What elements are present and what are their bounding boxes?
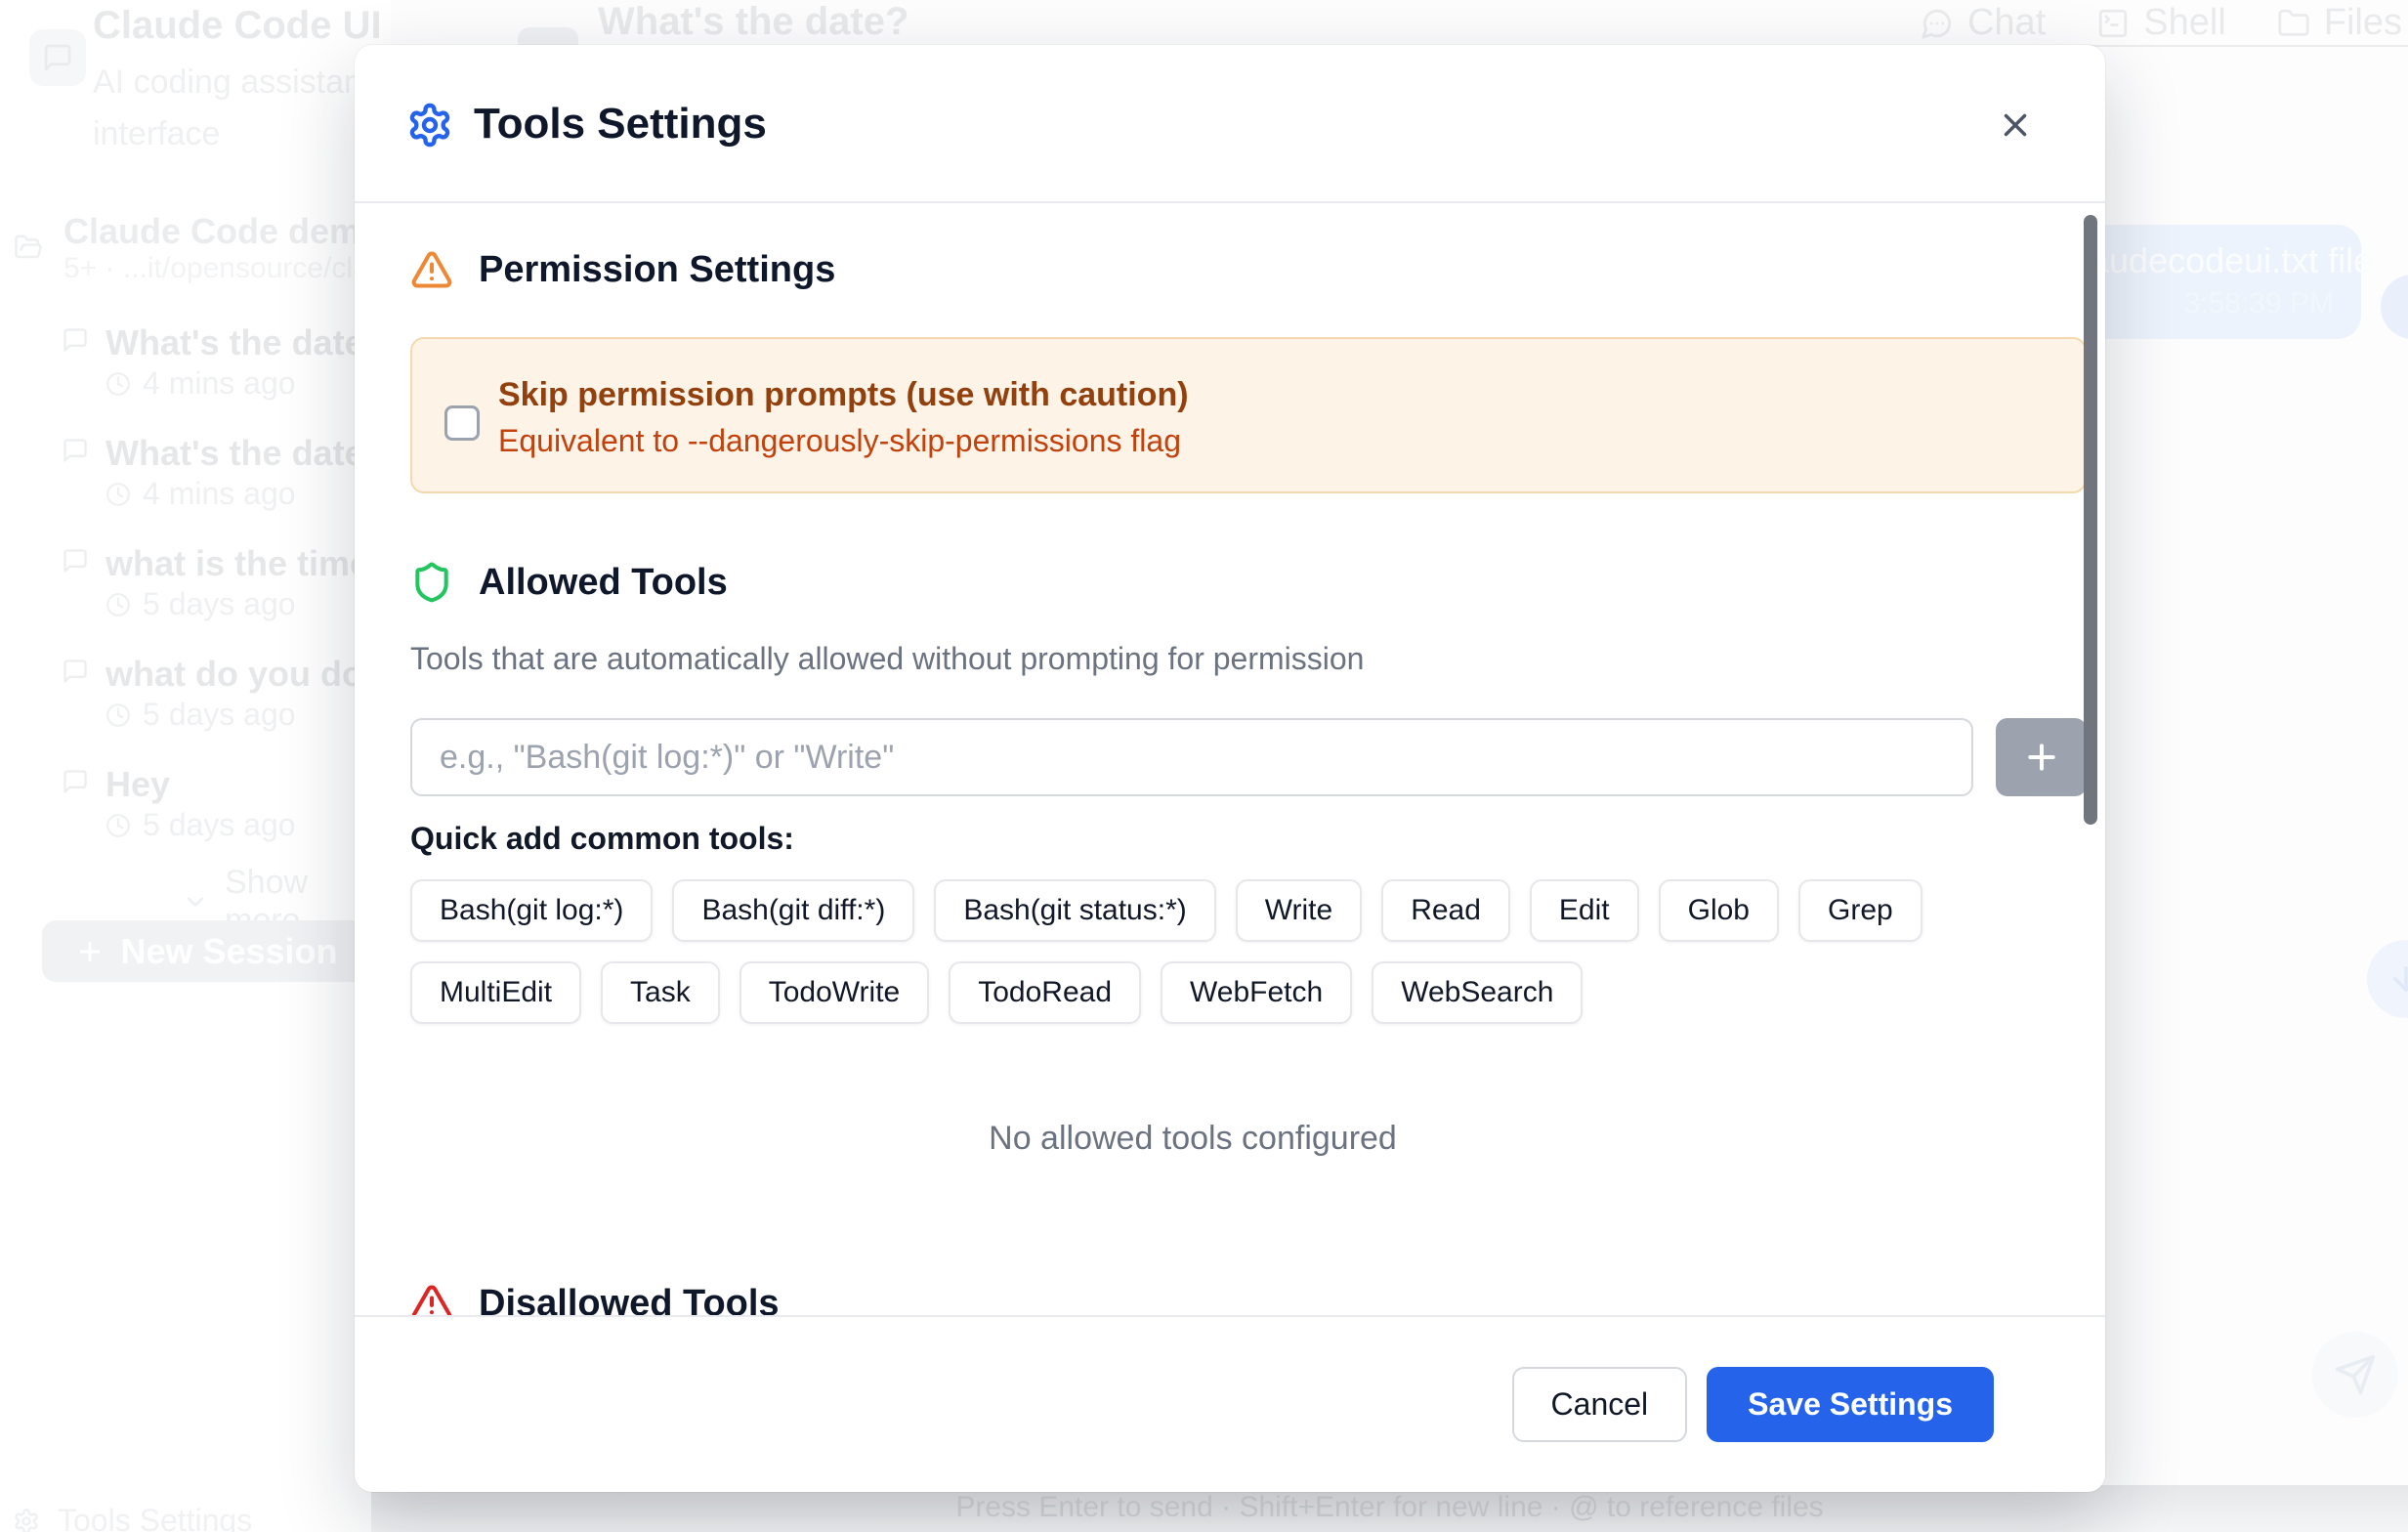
terminal-icon [2096, 7, 2130, 40]
app-logo [29, 29, 86, 86]
cancel-button[interactable]: Cancel [1512, 1367, 1688, 1442]
chat-bubble-icon [62, 658, 89, 685]
session-title: Hey [106, 764, 170, 805]
folder-open-icon [14, 233, 43, 262]
quick-tool-chip[interactable]: Bash(git status:*) [934, 879, 1215, 942]
session-item[interactable]: what do you do? 5 days ago [0, 654, 391, 764]
chat-bubble-icon [62, 768, 89, 795]
skip-permissions-panel: Skip permission prompts (use with cautio… [410, 337, 2087, 493]
allowed-tools-description: Tools that are automatically allowed wit… [410, 641, 1364, 677]
quick-tool-chip[interactable]: Task [601, 961, 720, 1024]
composer-hint: Press Enter to send · Shift+Enter for ne… [955, 1491, 1823, 1532]
plus-icon [2022, 738, 2061, 777]
quick-tool-chip[interactable]: TodoRead [949, 961, 1141, 1024]
skip-permissions-label[interactable]: Skip permission prompts (use with cautio… [498, 376, 1189, 414]
send-button[interactable] [2312, 1332, 2398, 1418]
session-item[interactable]: Hey 5 days ago [0, 764, 391, 874]
quick-tool-chip[interactable]: MultiEdit [410, 961, 581, 1024]
chevron-down-icon [182, 888, 209, 915]
plus-icon [75, 937, 105, 966]
clock-icon [106, 592, 131, 617]
quick-tool-chip[interactable]: WebSearch [1372, 961, 1583, 1024]
project-meta: 5+ · ...it/opensource/clau [63, 252, 385, 285]
chat-bubble-icon [62, 326, 89, 354]
allowed-tools-empty-state: No allowed tools configured [355, 1120, 2031, 1158]
chat-bubble-icon [62, 437, 89, 464]
quick-tool-list: Bash(git log:*) Bash(git diff:*) Bash(gi… [410, 879, 2100, 1024]
clock-icon [106, 702, 131, 728]
clock-icon [106, 813, 131, 838]
project-name[interactable]: Claude Code demo [63, 211, 382, 252]
quick-tool-chip[interactable]: Edit [1530, 879, 1639, 942]
clock-icon [106, 371, 131, 397]
x-icon [1997, 106, 2034, 144]
session-time: 5 days ago [143, 697, 296, 733]
gear-icon [13, 1508, 40, 1532]
session-title: What's the date? [106, 322, 386, 363]
user-avatar [2381, 275, 2408, 339]
session-item[interactable]: What's the date? 4 mins ago [0, 433, 391, 543]
folder-icon [2277, 7, 2310, 40]
chat-bubble-icon [62, 547, 89, 574]
tools-settings-modal: Tools Settings Permission Settings Skip … [355, 45, 2105, 1492]
chat-bubble-icon [1921, 7, 1954, 40]
save-settings-button[interactable]: Save Settings [1707, 1367, 1994, 1442]
tab-files[interactable]: Files [2277, 2, 2402, 44]
modal-title: Tools Settings [474, 100, 767, 149]
skip-permissions-description: Equivalent to --dangerously-skip-permiss… [498, 423, 1181, 459]
sidebar: Claude Code UI AI coding assistant inter… [0, 0, 391, 1532]
quick-tool-chip[interactable]: Bash(git diff:*) [672, 879, 914, 942]
add-tool-button[interactable] [1996, 718, 2087, 796]
tab-chat[interactable]: Chat [1921, 2, 2046, 44]
modal-body: Permission Settings Skip permission prom… [355, 203, 2105, 1315]
quick-tool-chip[interactable]: Write [1236, 879, 1362, 942]
composer-hint-bar: Press Enter to send · Shift+Enter for ne… [371, 1485, 2408, 1532]
alert-triangle-icon [410, 248, 453, 291]
session-time: 5 days ago [143, 807, 296, 843]
chat-bubble-icon [42, 42, 73, 73]
quick-tool-chip[interactable]: Bash(git log:*) [410, 879, 653, 942]
clock-icon [106, 482, 131, 507]
session-title: What's the date? [106, 433, 386, 474]
app-root: Claude Code UI AI coding assistant inter… [0, 0, 2408, 1532]
gear-icon [406, 102, 453, 149]
allowed-tools-heading: Allowed Tools [410, 561, 728, 604]
tools-settings-link[interactable]: Tools Settings [13, 1503, 252, 1532]
app-title: Claude Code UI [93, 4, 382, 48]
session-time: 4 mins ago [143, 365, 296, 402]
alert-triangle-icon [410, 1282, 453, 1315]
quick-tool-chip[interactable]: Glob [1659, 879, 1779, 942]
modal-header: Tools Settings [355, 45, 2105, 203]
arrow-down-icon [2387, 960, 2408, 998]
session-time: 4 mins ago [143, 476, 296, 512]
quick-tool-chip[interactable]: Read [1381, 879, 1510, 942]
view-tabs: Chat Shell Files [1921, 2, 2402, 44]
tab-shell[interactable]: Shell [2096, 2, 2226, 44]
session-title: what is the time? [106, 543, 391, 584]
new-session-button[interactable]: New Session [42, 920, 371, 982]
paper-plane-icon [2334, 1353, 2377, 1396]
session-item[interactable]: what is the time? 5 days ago [0, 543, 391, 654]
permission-settings-heading: Permission Settings [410, 248, 835, 291]
quick-tool-chip[interactable]: Grep [1798, 879, 1922, 942]
quick-tool-chip[interactable]: WebFetch [1161, 961, 1352, 1024]
scroll-to-bottom-button[interactable] [2367, 940, 2408, 1018]
session-title: what do you do? [106, 654, 385, 695]
session-list: What's the date? 4 mins ago W [0, 322, 391, 874]
allowed-tool-input[interactable] [410, 718, 1973, 796]
app-subtitle: AI coding assistant interface [93, 57, 376, 159]
session-time: 5 days ago [143, 586, 296, 622]
quick-add-label: Quick add common tools: [410, 821, 794, 857]
modal-scrollbar[interactable] [2084, 215, 2097, 825]
shield-icon [410, 561, 453, 604]
skip-permissions-checkbox[interactable] [444, 405, 480, 441]
close-button[interactable] [1982, 92, 2049, 158]
chat-title: What's the date? [598, 0, 908, 44]
disallowed-tools-heading: Disallowed Tools [410, 1282, 780, 1315]
quick-tool-chip[interactable]: TodoWrite [739, 961, 930, 1024]
modal-footer: Cancel Save Settings [355, 1315, 2105, 1492]
session-item[interactable]: What's the date? 4 mins ago [0, 322, 391, 433]
